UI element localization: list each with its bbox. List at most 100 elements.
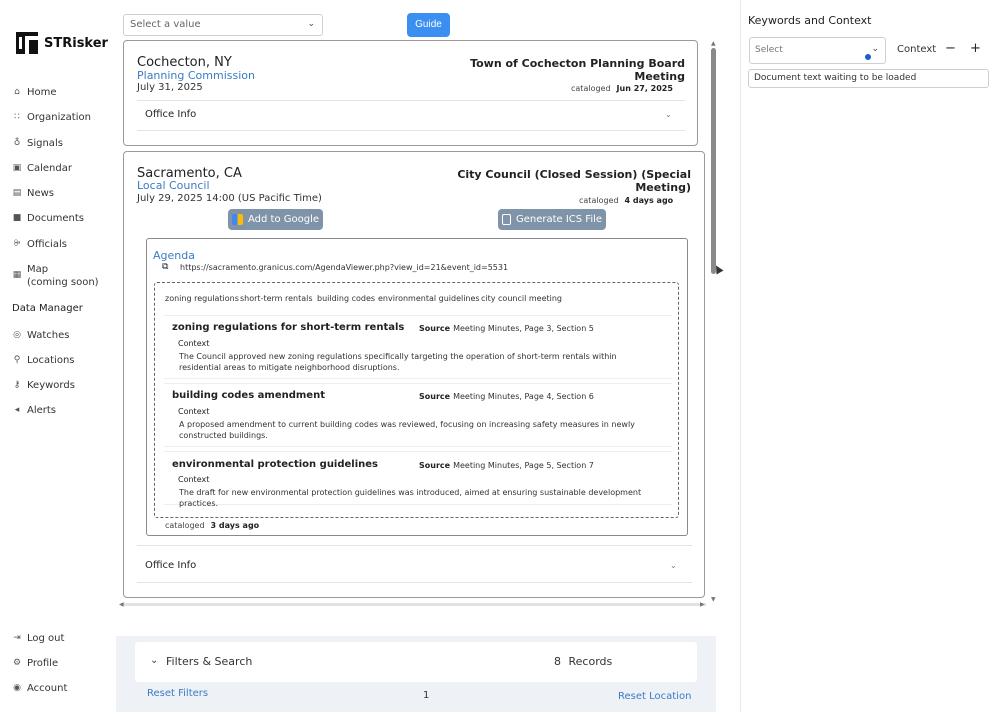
sidebar-item-organization[interactable]: ∷ Organization <box>12 111 91 124</box>
cataloged-info: cataloged Jun 27, 2025 <box>571 84 673 93</box>
sidebar-item-map[interactable]: ▦ Map (coming soon) <box>12 263 99 289</box>
entry-source-value: Meeting Minutes, Page 3, Section 5 <box>453 324 594 333</box>
sidebar-item-label: Alerts <box>27 405 57 416</box>
sidebar-item-calendar[interactable]: ▣ Calendar <box>12 162 72 175</box>
sidebar-item-label: Account <box>27 683 68 694</box>
agenda-url[interactable]: https://sacramento.granicus.com/AgendaVi… <box>180 263 508 272</box>
sidebar-item-watches[interactable]: ◎ Watches <box>12 329 70 342</box>
meeting-location: Cochecton, NY <box>137 55 232 70</box>
keywords-context-title: Keywords and Context <box>748 14 872 27</box>
calendar-icon: ▣ <box>12 163 22 173</box>
keyword-tag[interactable]: environmental guidelines <box>378 294 480 303</box>
context-label: Context <box>897 44 937 55</box>
logo-icon <box>16 32 38 54</box>
megaphone-icon: ◂ <box>14 405 20 415</box>
entry-context-label: Context <box>178 475 210 484</box>
meeting-title: Town of Cochecton Planning Board Meeting <box>470 57 685 83</box>
sidebar-item-label: Watches <box>27 330 70 341</box>
agenda-title[interactable]: Agenda <box>153 249 195 262</box>
scroll-right-arrow-icon[interactable]: ▶ <box>700 601 705 608</box>
sidebar-item-keywords[interactable]: ⚷ Keywords <box>12 379 75 392</box>
external-link-icon[interactable]: ⧉ <box>162 262 168 272</box>
chevron-down-icon: ⌄ <box>871 44 879 54</box>
entry-source-label: Source <box>419 324 451 333</box>
sidebar-item-profile[interactable]: ⚙ Profile <box>12 657 58 670</box>
app-logo[interactable]: STRisker <box>16 32 108 54</box>
entry-source-label: Source <box>419 392 451 401</box>
keyword-tag[interactable]: building codes <box>317 294 375 303</box>
scroll-up-arrow-icon[interactable]: ▲ <box>711 40 716 47</box>
meeting-organization[interactable]: Local Council <box>137 179 210 192</box>
scroll-down-arrow-icon[interactable]: ▼ <box>711 596 716 603</box>
generate-ics-button[interactable]: Generate ICS File <box>498 209 606 230</box>
entry-context-text: The draft for new environmental protecti… <box>179 488 642 508</box>
cataloged-value: Jun 27, 2025 <box>616 84 673 93</box>
divider <box>137 100 685 101</box>
entry-title: building codes amendment <box>172 390 325 401</box>
entry-source-value: Meeting Minutes, Page 4, Section 6 <box>453 392 594 401</box>
keyword-tag[interactable]: zoning regulations <box>165 294 239 303</box>
eye-icon: ◎ <box>13 330 21 340</box>
sidebar-item-label: Organization <box>27 112 91 123</box>
sidebar-item-label: Keywords <box>27 380 75 391</box>
context-increase-button[interactable]: + <box>970 41 981 56</box>
keyword-select-placeholder: Select <box>755 45 783 55</box>
logout-icon: ⇥ <box>13 633 21 643</box>
document-text-box[interactable]: Document text waiting to be loaded <box>748 69 989 88</box>
records-number: 8 <box>554 655 561 668</box>
chevron-down-icon[interactable]: ⌄ <box>670 561 677 570</box>
records-count: 8 Records <box>554 655 612 668</box>
sidebar-item-label: Map (coming soon) <box>27 263 99 289</box>
page-number[interactable]: 1 <box>423 690 429 701</box>
scroll-left-arrow-icon[interactable]: ◀ <box>119 601 124 608</box>
sidebar-item-officials[interactable]: ꔭ Officials <box>12 238 67 251</box>
sidebar-item-account[interactable]: ◉ Account <box>12 682 67 695</box>
filters-search-label[interactable]: Filters & Search <box>166 655 252 668</box>
sidebar-item-label: News <box>27 188 55 199</box>
sidebar-item-news[interactable]: ▤ News <box>12 187 54 200</box>
entry-context-text: The Council approved new zoning regulati… <box>179 352 617 372</box>
office-info-toggle[interactable]: Office Info <box>145 109 196 120</box>
cataloged-label: cataloged <box>165 521 205 530</box>
google-calendar-icon <box>231 214 243 225</box>
vertical-scroll-thumb[interactable] <box>711 48 716 274</box>
sidebar-item-label: Home <box>27 87 57 98</box>
sidebar-item-logout[interactable]: ⇥ Log out <box>12 632 64 645</box>
entry-source-value: Meeting Minutes, Page 5, Section 7 <box>453 461 594 470</box>
sidebar-item-label: Calendar <box>27 163 72 174</box>
entry-context-text: A proposed amendment to current building… <box>179 420 635 440</box>
reset-location-link[interactable]: Reset Location <box>618 691 691 702</box>
value-select-placeholder: Select a value <box>130 19 201 30</box>
meeting-organization[interactable]: Planning Commission <box>137 69 255 82</box>
cataloged-label: cataloged <box>579 196 619 205</box>
sidebar-item-signals[interactable]: ♁ Signals <box>12 137 63 150</box>
agenda-cataloged-info: cataloged 3 days ago <box>165 521 259 530</box>
chevron-down-icon[interactable]: ⌄ <box>665 110 672 119</box>
keyword-select[interactable]: Select ⌄ <box>749 37 886 64</box>
sidebar-item-locations[interactable]: ⚲ Locations <box>12 354 75 367</box>
home-icon: ⌂ <box>14 87 20 97</box>
cataloged-info: cataloged 4 days ago <box>579 196 673 205</box>
sidebar-item-home[interactable]: ⌂ Home <box>12 86 57 99</box>
sidebar-item-label: Locations <box>27 355 75 366</box>
office-info-toggle[interactable]: Office Info <box>145 560 196 571</box>
horizontal-scrollbar[interactable] <box>122 603 706 606</box>
entry-source: Source Meeting Minutes, Page 5, Section 7 <box>419 461 594 470</box>
guide-button[interactable]: Guide <box>407 13 450 37</box>
news-icon: ▤ <box>12 188 22 198</box>
add-to-google-button[interactable]: Add to Google <box>228 209 323 230</box>
reset-filters-link[interactable]: Reset Filters <box>147 688 208 699</box>
map-label: Map <box>27 264 49 275</box>
chevron-down-icon[interactable]: ⌄ <box>150 655 158 666</box>
entry-context-label: Context <box>178 339 210 348</box>
keywords-context-panel <box>740 0 996 712</box>
divider <box>137 130 685 131</box>
sidebar-item-documents[interactable]: ■ Documents <box>12 212 84 225</box>
sidebar-item-alerts[interactable]: ◂ Alerts <box>12 404 56 417</box>
value-select[interactable]: Select a value ⌄ <box>123 14 323 36</box>
keyword-tag[interactable]: short-term rentals <box>240 294 313 303</box>
meeting-date: July 31, 2025 <box>137 82 203 93</box>
keyword-tag[interactable]: city council meeting <box>481 294 562 303</box>
entry-source: Source Meeting Minutes, Page 4, Section 6 <box>419 392 594 401</box>
context-decrease-button[interactable]: − <box>945 41 956 56</box>
